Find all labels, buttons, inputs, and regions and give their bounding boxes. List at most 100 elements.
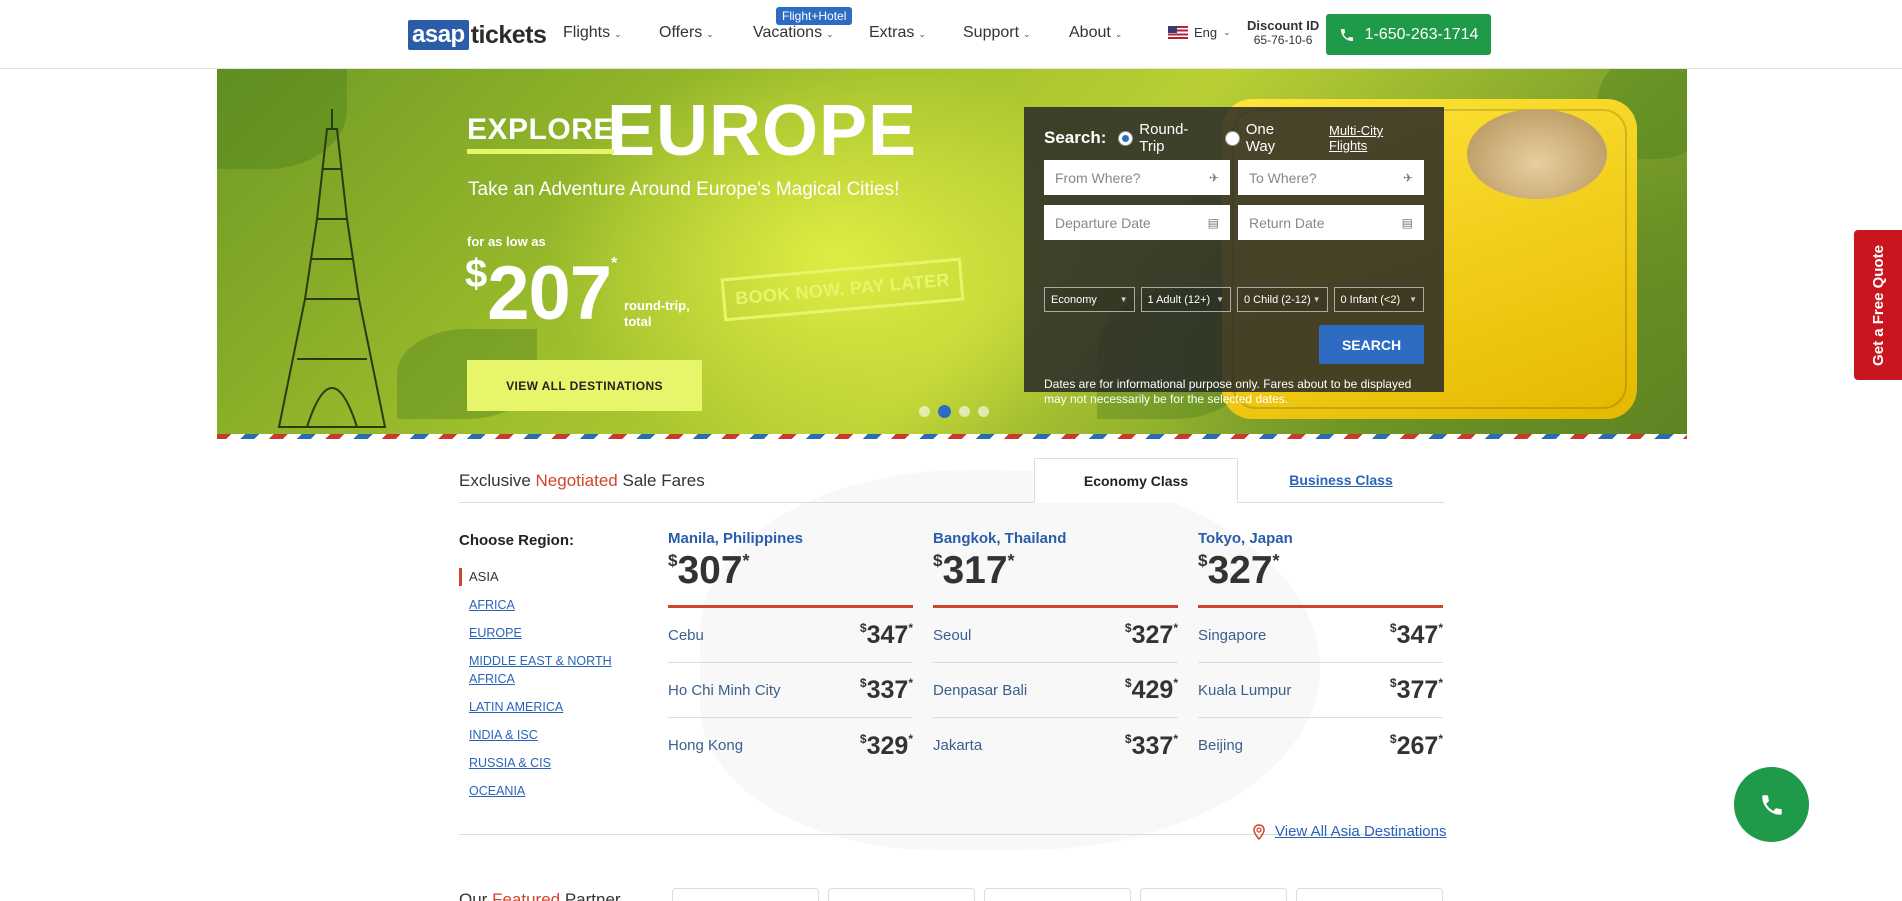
- price-star: *: [1438, 676, 1443, 690]
- region-list: ASIA AFRICA EUROPE MIDDLE EAST & NORTH A…: [459, 568, 629, 810]
- partner-card[interactable]: [984, 888, 1131, 901]
- featured-price: $ 317 *: [933, 550, 1178, 592]
- calendar-icon: ▤: [1401, 215, 1413, 230]
- nav-support[interactable]: Support ⌄: [963, 24, 1031, 42]
- fare-row[interactable]: Jakarta $337 *: [933, 718, 1178, 773]
- fare-row[interactable]: Hong Kong $329 *: [668, 718, 913, 773]
- search-button[interactable]: SEARCH: [1319, 325, 1424, 364]
- region-item-oceania[interactable]: OCEANIA: [459, 782, 629, 800]
- view-all-destinations-button[interactable]: VIEW ALL DESTINATIONS: [467, 360, 702, 411]
- fare-price: $267 *: [1390, 732, 1443, 760]
- chevron-down-icon: ▼: [1409, 295, 1417, 304]
- fare-row[interactable]: Seoul $327 *: [933, 608, 1178, 663]
- choose-region-heading: Choose Region:: [459, 532, 574, 549]
- one-way-radio[interactable]: [1224, 130, 1240, 146]
- to-input[interactable]: To Where? ✈: [1238, 160, 1424, 195]
- chevron-down-icon: ⌄: [614, 28, 622, 39]
- region-item-russia[interactable]: RUSSIA & CIS: [459, 754, 629, 772]
- fare-price: $329 *: [860, 732, 913, 760]
- partner-card[interactable]: [828, 888, 975, 901]
- fare-row[interactable]: Ho Chi Minh City $337 *: [668, 663, 913, 718]
- phone-icon: [1761, 794, 1782, 815]
- partner-card[interactable]: [672, 888, 819, 901]
- return-placeholder: Return Date: [1249, 214, 1325, 231]
- infants-select[interactable]: 0 Infant (<2) ▼: [1333, 287, 1424, 312]
- call-fab-button[interactable]: [1734, 767, 1809, 842]
- nav-offers[interactable]: Offers ⌄: [659, 24, 714, 42]
- view-all-asia-link[interactable]: View All Asia Destinations: [1253, 823, 1446, 840]
- hero-explore: EXPLORE: [467, 113, 614, 154]
- nav-flights[interactable]: Flights ⌄: [563, 24, 622, 42]
- fare-price: $337 *: [1125, 732, 1178, 760]
- children-select[interactable]: 0 Child (2-12) ▼: [1237, 287, 1328, 312]
- search-label: Search:: [1044, 128, 1107, 147]
- featured-city[interactable]: Tokyo, Japan: [1198, 530, 1443, 547]
- price-amount: 327: [1207, 549, 1273, 592]
- price-amount: 337: [1131, 731, 1174, 760]
- featured-city[interactable]: Bangkok, Thailand: [933, 530, 1178, 547]
- chevron-down-icon: ▼: [1119, 295, 1128, 304]
- carousel-dot[interactable]: [959, 406, 970, 417]
- multi-city-link[interactable]: Multi-City Flights: [1329, 123, 1424, 153]
- price-amount: 329: [866, 731, 909, 760]
- tab-economy-class[interactable]: Economy Class: [1034, 458, 1238, 503]
- calendar-icon: ▤: [1207, 215, 1219, 230]
- currency: $: [668, 551, 678, 570]
- featured-price: $ 307 *: [668, 550, 913, 592]
- region-item-africa[interactable]: AFRICA: [459, 596, 629, 614]
- discount-label: Discount ID: [1247, 18, 1320, 33]
- fare-row[interactable]: Singapore $347 *: [1198, 608, 1443, 663]
- fares-title-accent: Negotiated: [535, 471, 618, 490]
- round-trip-radio[interactable]: [1118, 130, 1134, 146]
- hero-banner: EUROPE EXPLORE Take an Adventure Around …: [217, 69, 1687, 439]
- fare-column: Manila, Philippines $ 307 * Cebu $347 * H…: [668, 530, 913, 773]
- chevron-down-icon: ⌄: [1223, 27, 1231, 37]
- fare-city: Singapore: [1198, 626, 1267, 644]
- from-input[interactable]: From Where? ✈: [1044, 160, 1230, 195]
- nav-vacations[interactable]: Vacations ⌄: [753, 24, 834, 42]
- region-item-asia[interactable]: ASIA: [459, 568, 629, 586]
- phone-call-button[interactable]: 1-650-263-1714: [1326, 14, 1491, 55]
- nav-about[interactable]: About ⌄: [1069, 24, 1122, 42]
- fare-row[interactable]: Beijing $267 *: [1198, 718, 1443, 773]
- logo-text: tickets: [470, 20, 547, 49]
- phone-number: 1-650-263-1714: [1364, 25, 1479, 43]
- hero-price: $ 207 *: [465, 249, 617, 339]
- flight-hotel-badge: Flight+Hotel: [776, 7, 853, 25]
- tab-business-class[interactable]: Business Class: [1238, 458, 1444, 503]
- fare-row[interactable]: Denpasar Bali $429 *: [933, 663, 1178, 718]
- adults-select[interactable]: 1 Adult (12+) ▼: [1140, 287, 1231, 312]
- currency: $: [859, 731, 867, 746]
- discount-id: Discount ID 65-76-10-6: [1247, 18, 1320, 48]
- price-amount: 377: [1396, 676, 1439, 704]
- price-star: *: [908, 731, 913, 746]
- price-amount: 347: [866, 621, 909, 649]
- region-item-middle-east[interactable]: MIDDLE EAST & NORTH AFRICA: [459, 652, 629, 688]
- carousel-dot[interactable]: [978, 406, 989, 417]
- fare-row[interactable]: Kuala Lumpur $377 *: [1198, 663, 1443, 718]
- departure-date-input[interactable]: Departure Date ▤: [1044, 205, 1230, 240]
- return-date-input[interactable]: Return Date ▤: [1238, 205, 1424, 240]
- price-star: *: [1438, 731, 1443, 746]
- nav-extras-label: Extras: [869, 24, 915, 41]
- free-quote-tab[interactable]: Get a Free Quote: [1854, 230, 1902, 380]
- region-item-india[interactable]: INDIA & ISC: [459, 726, 629, 744]
- carousel-dot-active[interactable]: [938, 405, 951, 418]
- language-selector[interactable]: Eng ⌄: [1168, 25, 1231, 40]
- region-item-latin-america[interactable]: LATIN AMERICA: [459, 698, 629, 716]
- hero-destination: EUROPE: [607, 91, 918, 171]
- partner-card[interactable]: [1140, 888, 1287, 901]
- fare-row[interactable]: Cebu $347 *: [668, 608, 913, 663]
- passenger-selects: Economy ▼ 1 Adult (12+) ▼ 0 Child (2-12)…: [1044, 287, 1424, 312]
- partner-card[interactable]: [1296, 888, 1443, 901]
- cabin-select[interactable]: Economy ▼: [1044, 287, 1135, 312]
- region-item-europe[interactable]: EUROPE: [459, 624, 629, 642]
- chevron-down-icon: ⌄: [918, 28, 926, 39]
- nav-extras[interactable]: Extras ⌄: [869, 24, 926, 42]
- asaptickets-logo[interactable]: asap tickets: [408, 20, 547, 50]
- carousel-dot[interactable]: [919, 406, 930, 417]
- featured-city[interactable]: Manila, Philippines: [668, 530, 913, 547]
- one-way-label[interactable]: One Way: [1246, 121, 1307, 155]
- fare-city: Ho Chi Minh City: [668, 681, 781, 699]
- round-trip-label[interactable]: Round-Trip: [1139, 121, 1213, 155]
